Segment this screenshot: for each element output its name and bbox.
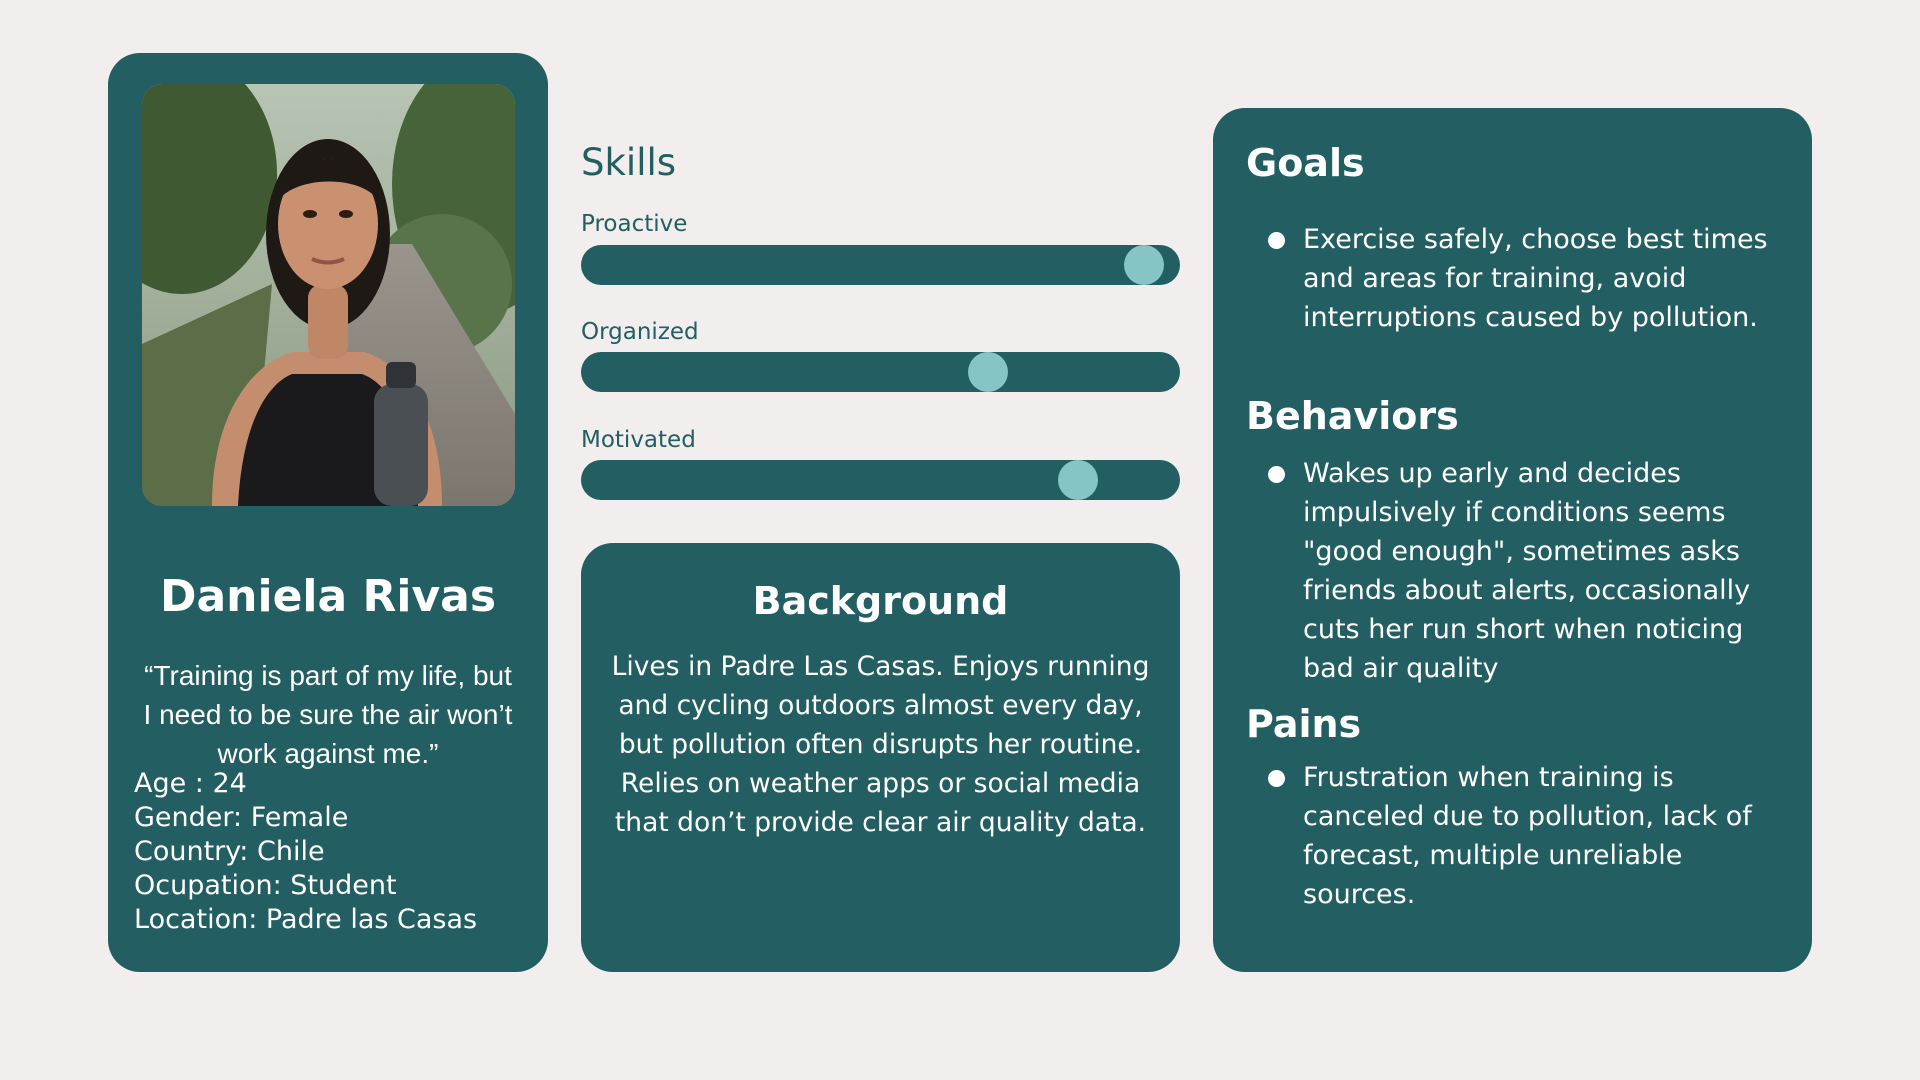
- demographics-list: Age : 24 Gender: Female Country: Chile O…: [134, 767, 534, 937]
- skill-label-organized: Organized: [581, 319, 699, 345]
- demographic-location: Location: Padre las Casas: [134, 904, 478, 935]
- skill-knob-organized: [968, 352, 1009, 392]
- background-card: Background Lives in Padre Las Casas. Enj…: [581, 543, 1180, 972]
- bullet-icon: [1268, 466, 1285, 483]
- skill-knob-motivated: [1058, 460, 1099, 500]
- demographic-country: Country: Chile: [134, 836, 325, 867]
- pains-title: Pains: [1246, 702, 1362, 746]
- background-title: Background: [752, 579, 1009, 623]
- skill-bar-motivated: [581, 460, 1180, 500]
- skill-bar-proactive: [581, 245, 1180, 285]
- details-card: Goals Exercise safely, choose best times…: [1213, 108, 1812, 972]
- persona-name: Daniela Rivas: [159, 571, 497, 622]
- goals-title: Goals: [1246, 141, 1365, 185]
- behaviors-title: Behaviors: [1246, 394, 1459, 438]
- behaviors-item-text: Wakes up early and decides impulsively i…: [1303, 458, 1751, 684]
- pains-item: Frustration when training is canceled du…: [1268, 758, 1788, 914]
- goals-item-text: Exercise safely, choose best times and a…: [1303, 224, 1768, 333]
- skill-label-motivated: Motivated: [581, 427, 696, 453]
- persona-photo: [142, 84, 515, 506]
- skills-title: Skills: [581, 141, 677, 184]
- demographic-occupation: Ocupation: Student: [134, 870, 397, 901]
- background-text: Lives in Padre Las Casas. Enjoys running…: [611, 651, 1150, 838]
- skill-bar-organized: [581, 352, 1180, 392]
- pains-item-text: Frustration when training is canceled du…: [1303, 762, 1752, 910]
- skills-section: Skills Proactive Organized Motivated: [581, 134, 1180, 504]
- bullet-icon: [1268, 232, 1285, 249]
- demographic-gender: Gender: Female: [134, 802, 349, 833]
- skill-label-proactive: Proactive: [581, 211, 688, 237]
- skill-knob-proactive: [1124, 245, 1165, 285]
- persona-quote: “Training is part of my life, but I need…: [143, 660, 513, 769]
- bullet-icon: [1268, 770, 1285, 787]
- behaviors-item: Wakes up early and decides impulsively i…: [1268, 454, 1788, 688]
- demographic-age: Age : 24: [134, 768, 247, 799]
- goals-item: Exercise safely, choose best times and a…: [1268, 220, 1788, 337]
- profile-card: Daniela Rivas “Training is part of my li…: [108, 53, 548, 972]
